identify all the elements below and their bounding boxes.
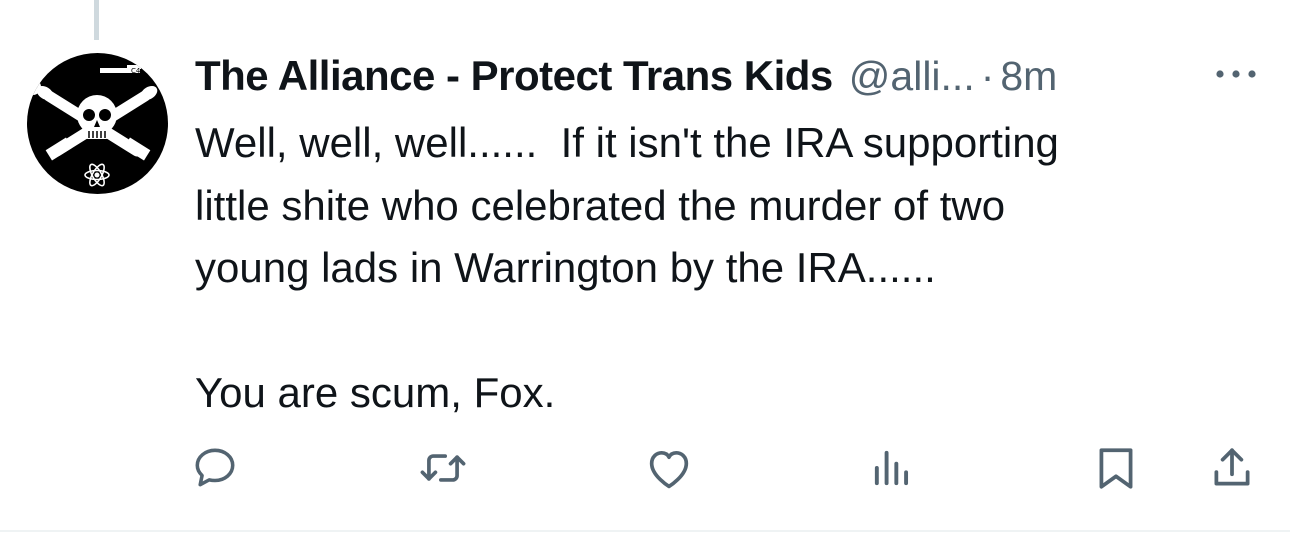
repost-icon bbox=[420, 454, 466, 482]
timestamp[interactable]: 8m bbox=[1000, 53, 1057, 100]
user-handle[interactable]: @alli... bbox=[849, 53, 975, 100]
avatar[interactable]: C4 bbox=[27, 53, 168, 194]
bookmark-icon bbox=[1099, 448, 1133, 489]
heart-icon bbox=[649, 450, 689, 489]
like-button[interactable] bbox=[643, 442, 695, 494]
share-button[interactable] bbox=[1206, 442, 1258, 494]
avatar-label: C4 bbox=[131, 67, 141, 75]
reply-button[interactable] bbox=[189, 442, 241, 494]
reply-bubble-icon bbox=[195, 448, 235, 487]
display-name[interactable]: The Alliance - Protect Trans Kids bbox=[195, 52, 833, 100]
more-options-button[interactable] bbox=[1208, 56, 1264, 92]
analytics-bars-icon bbox=[874, 450, 909, 486]
share-upload-icon bbox=[1214, 448, 1250, 486]
tweet-header: The Alliance - Protect Trans Kids @alli.… bbox=[195, 48, 1057, 104]
more-dots-icon bbox=[1216, 70, 1256, 78]
thread-connector-line bbox=[94, 0, 99, 40]
repost-button[interactable] bbox=[417, 442, 469, 494]
tweet-divider bbox=[0, 530, 1290, 532]
separator-dot: · bbox=[980, 52, 995, 99]
tweet-text: Well, well, well...... If it isn't the I… bbox=[195, 119, 1059, 416]
bookmark-button[interactable] bbox=[1090, 442, 1142, 494]
skull-crossbones-icon: C4 bbox=[27, 65, 158, 187]
views-button[interactable] bbox=[866, 442, 918, 494]
